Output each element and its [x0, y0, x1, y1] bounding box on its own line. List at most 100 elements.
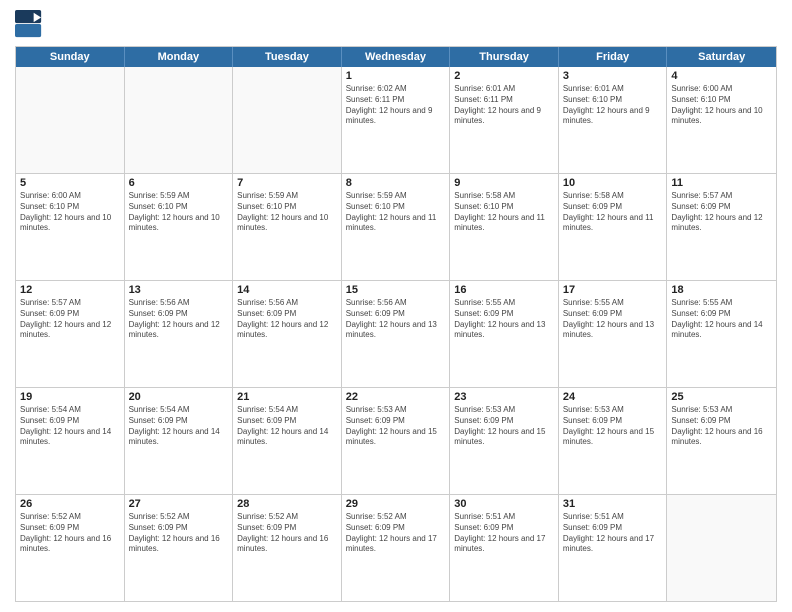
day-cell-21: 21 Sunrise: 5:54 AM Sunset: 6:09 PM Dayli…: [233, 388, 342, 494]
day-number: 14: [237, 284, 337, 296]
day-number: 2: [454, 70, 554, 82]
day-cell-5: 5 Sunrise: 6:00 AM Sunset: 6:10 PM Daylig…: [16, 174, 125, 280]
day-info: Sunrise: 6:01 AM Sunset: 6:11 PM Dayligh…: [454, 84, 554, 127]
day-info: Sunrise: 5:53 AM Sunset: 6:09 PM Dayligh…: [671, 405, 772, 448]
day-info: Sunrise: 5:55 AM Sunset: 6:09 PM Dayligh…: [671, 298, 772, 341]
day-number: 7: [237, 177, 337, 189]
day-info: Sunrise: 6:02 AM Sunset: 6:11 PM Dayligh…: [346, 84, 446, 127]
day-cell-4: 4Sunrise: 6:00 AM Sunset: 6:10 PM Daylig…: [667, 67, 776, 173]
day-info: Sunrise: 6:01 AM Sunset: 6:10 PM Dayligh…: [563, 84, 663, 127]
header-day-tuesday: Tuesday: [233, 47, 342, 67]
day-cell-6: 6 Sunrise: 5:59 AM Sunset: 6:10 PM Daylig…: [125, 174, 234, 280]
day-info: Sunrise: 5:52 AM Sunset: 6:09 PM Dayligh…: [346, 512, 446, 555]
day-number: 6: [129, 177, 229, 189]
day-cell-9: 9 Sunrise: 5:58 AM Sunset: 6:10 PM Daylig…: [450, 174, 559, 280]
day-cell-2: 2 Sunrise: 6:01 AM Sunset: 6:11 PM Daylig…: [450, 67, 559, 173]
day-info: Sunrise: 5:58 AM Sunset: 6:09 PM Dayligh…: [563, 191, 663, 234]
day-cell-8: 8 Sunrise: 5:59 AM Sunset: 6:10 PM Daylig…: [342, 174, 451, 280]
day-cell-30: 30Sunrise: 5:51 AM Sunset: 6:09 PM Dayli…: [450, 495, 559, 601]
day-cell-14: 14 Sunrise: 5:56 AM Sunset: 6:09 PM Dayli…: [233, 281, 342, 387]
day-info: Sunrise: 5:53 AM Sunset: 6:09 PM Dayligh…: [563, 405, 663, 448]
day-info: Sunrise: 5:56 AM Sunset: 6:09 PM Dayligh…: [346, 298, 446, 341]
calendar-week-3: 19 Sunrise: 5:54 AM Sunset: 6:09 PM Dayli…: [16, 387, 776, 494]
calendar-header: SundayMondayTuesdayWednesdayThursdayFrid…: [16, 47, 776, 67]
day-info: Sunrise: 5:56 AM Sunset: 6:09 PM Dayligh…: [237, 298, 337, 341]
header-day-thursday: Thursday: [450, 47, 559, 67]
day-number: 10: [563, 177, 663, 189]
day-number: 20: [129, 391, 229, 403]
day-cell-26: 26 Sunrise: 5:52 AM Sunset: 6:09 PM Dayli…: [16, 495, 125, 601]
day-cell-16: 16 Sunrise: 5:55 AM Sunset: 6:09 PM Dayli…: [450, 281, 559, 387]
day-cell-15: 15 Sunrise: 5:56 AM Sunset: 6:09 PM Dayli…: [342, 281, 451, 387]
day-number: 29: [346, 498, 446, 510]
day-number: 30: [454, 498, 554, 510]
day-info: Sunrise: 5:57 AM Sunset: 6:09 PM Dayligh…: [20, 298, 120, 341]
day-number: 15: [346, 284, 446, 296]
day-number: 5: [20, 177, 120, 189]
calendar-week-2: 12 Sunrise: 5:57 AM Sunset: 6:09 PM Dayli…: [16, 280, 776, 387]
header-day-saturday: Saturday: [667, 47, 776, 67]
day-info: Sunrise: 6:00 AM Sunset: 6:10 PM Dayligh…: [20, 191, 120, 234]
day-info: Sunrise: 5:53 AM Sunset: 6:09 PM Dayligh…: [346, 405, 446, 448]
day-info: Sunrise: 5:52 AM Sunset: 6:09 PM Dayligh…: [129, 512, 229, 555]
day-number: 4: [671, 70, 772, 82]
logo-icon: [15, 10, 43, 38]
empty-cell-0-0: [16, 67, 125, 173]
day-number: 8: [346, 177, 446, 189]
day-number: 21: [237, 391, 337, 403]
day-cell-3: 3 Sunrise: 6:01 AM Sunset: 6:10 PM Daylig…: [559, 67, 668, 173]
day-number: 17: [563, 284, 663, 296]
day-number: 25: [671, 391, 772, 403]
empty-cell-4-6: [667, 495, 776, 601]
header-day-sunday: Sunday: [16, 47, 125, 67]
day-cell-31: 31 Sunrise: 5:51 AM Sunset: 6:09 PM Dayli…: [559, 495, 668, 601]
day-info: Sunrise: 5:54 AM Sunset: 6:09 PM Dayligh…: [237, 405, 337, 448]
day-cell-19: 19 Sunrise: 5:54 AM Sunset: 6:09 PM Dayli…: [16, 388, 125, 494]
page: SundayMondayTuesdayWednesdayThursdayFrid…: [0, 0, 792, 612]
day-info: Sunrise: 5:52 AM Sunset: 6:09 PM Dayligh…: [20, 512, 120, 555]
header-day-wednesday: Wednesday: [342, 47, 451, 67]
day-info: Sunrise: 5:59 AM Sunset: 6:10 PM Dayligh…: [346, 191, 446, 234]
day-number: 19: [20, 391, 120, 403]
day-number: 16: [454, 284, 554, 296]
day-cell-11: 11Sunrise: 5:57 AM Sunset: 6:09 PM Dayli…: [667, 174, 776, 280]
day-info: Sunrise: 5:58 AM Sunset: 6:10 PM Dayligh…: [454, 191, 554, 234]
day-info: Sunrise: 5:56 AM Sunset: 6:09 PM Dayligh…: [129, 298, 229, 341]
day-number: 27: [129, 498, 229, 510]
empty-cell-0-1: [125, 67, 234, 173]
day-number: 31: [563, 498, 663, 510]
day-cell-18: 18 Sunrise: 5:55 AM Sunset: 6:09 PM Dayli…: [667, 281, 776, 387]
day-cell-29: 29 Sunrise: 5:52 AM Sunset: 6:09 PM Dayli…: [342, 495, 451, 601]
day-info: Sunrise: 5:59 AM Sunset: 6:10 PM Dayligh…: [237, 191, 337, 234]
day-cell-25: 25 Sunrise: 5:53 AM Sunset: 6:09 PM Dayli…: [667, 388, 776, 494]
day-info: Sunrise: 5:55 AM Sunset: 6:09 PM Dayligh…: [454, 298, 554, 341]
day-number: 13: [129, 284, 229, 296]
day-cell-27: 27 Sunrise: 5:52 AM Sunset: 6:09 PM Dayli…: [125, 495, 234, 601]
calendar-week-1: 5 Sunrise: 6:00 AM Sunset: 6:10 PM Daylig…: [16, 173, 776, 280]
day-number: 3: [563, 70, 663, 82]
day-cell-7: 7 Sunrise: 5:59 AM Sunset: 6:10 PM Daylig…: [233, 174, 342, 280]
day-info: Sunrise: 5:54 AM Sunset: 6:09 PM Dayligh…: [20, 405, 120, 448]
day-info: Sunrise: 5:57 AM Sunset: 6:09 PM Dayligh…: [671, 191, 772, 234]
day-info: Sunrise: 5:51 AM Sunset: 6:09 PM Dayligh…: [563, 512, 663, 555]
day-cell-17: 17 Sunrise: 5:55 AM Sunset: 6:09 PM Dayli…: [559, 281, 668, 387]
day-number: 12: [20, 284, 120, 296]
calendar-week-0: 1 Sunrise: 6:02 AM Sunset: 6:11 PM Daylig…: [16, 67, 776, 173]
day-number: 9: [454, 177, 554, 189]
header: [15, 10, 777, 38]
day-number: 23: [454, 391, 554, 403]
day-number: 22: [346, 391, 446, 403]
calendar-week-4: 26 Sunrise: 5:52 AM Sunset: 6:09 PM Dayli…: [16, 494, 776, 601]
day-info: Sunrise: 5:59 AM Sunset: 6:10 PM Dayligh…: [129, 191, 229, 234]
calendar: SundayMondayTuesdayWednesdayThursdayFrid…: [15, 46, 777, 602]
day-cell-20: 20Sunrise: 5:54 AM Sunset: 6:09 PM Dayli…: [125, 388, 234, 494]
day-cell-13: 13 Sunrise: 5:56 AM Sunset: 6:09 PM Dayli…: [125, 281, 234, 387]
day-number: 18: [671, 284, 772, 296]
empty-cell-0-2: [233, 67, 342, 173]
day-number: 26: [20, 498, 120, 510]
day-cell-24: 24 Sunrise: 5:53 AM Sunset: 6:09 PM Dayli…: [559, 388, 668, 494]
day-info: Sunrise: 5:55 AM Sunset: 6:09 PM Dayligh…: [563, 298, 663, 341]
day-number: 1: [346, 70, 446, 82]
day-number: 24: [563, 391, 663, 403]
day-cell-22: 22 Sunrise: 5:53 AM Sunset: 6:09 PM Dayli…: [342, 388, 451, 494]
